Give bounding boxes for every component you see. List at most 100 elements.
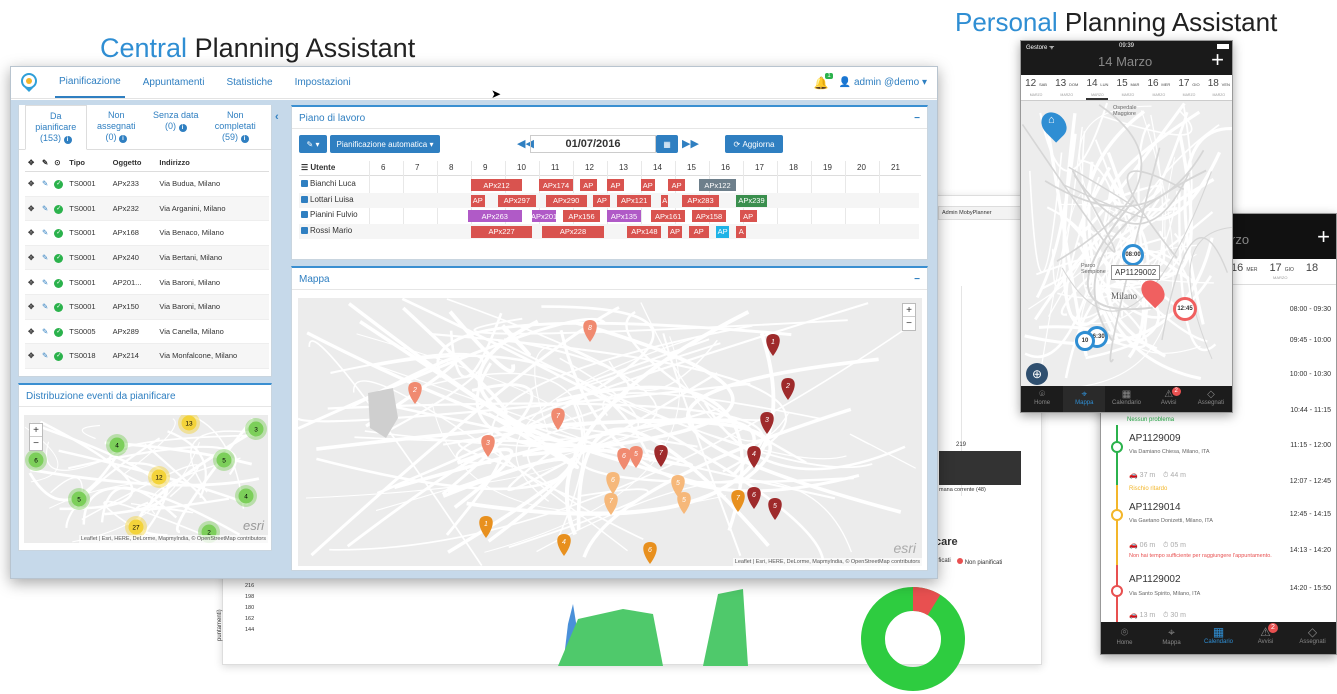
appointment-bar[interactable]: AP — [579, 179, 597, 191]
main-map[interactable]: 812273365746557765146 + − esri Leaflet |… — [298, 298, 922, 566]
phone1-add-icon[interactable]: + — [1211, 47, 1224, 73]
phone2-tab-avvisi[interactable]: ⚠ Avvisi 2 — [1242, 622, 1289, 654]
move-icon[interactable]: ✥ — [28, 204, 34, 213]
appointment-bar[interactable]: APx263 — [467, 210, 522, 222]
cluster-marker[interactable]: 5 — [68, 488, 90, 510]
phone2-day[interactable]: 18 — [1306, 262, 1318, 274]
minimize-map-icon[interactable]: − — [914, 274, 920, 285]
user-checkbox[interactable] — [301, 195, 308, 203]
edit-pin-icon[interactable]: ✎ — [42, 253, 48, 262]
locate-me-button[interactable]: ⊕ — [1026, 363, 1048, 385]
auto-plan-button[interactable]: Pianificazione automatica ▾ — [330, 135, 440, 153]
options-dropdown-button[interactable]: ✎ ▾ — [299, 135, 327, 153]
appointment-bar[interactable]: APx148 — [627, 225, 662, 238]
map-marker[interactable]: 8 — [583, 320, 597, 342]
map-marker[interactable]: 2 — [408, 382, 422, 404]
table-row[interactable]: ✥ ✎ ✓ TS0001 APx240 Via Bertani, Milano — [25, 245, 269, 271]
nav-statistiche[interactable]: Statistiche — [222, 68, 276, 97]
appointment-bar[interactable]: APx297 — [498, 194, 536, 207]
map-marker[interactable]: 5 — [677, 492, 691, 514]
phone1-tab-avvisi[interactable]: ⚠ Avvisi 2 — [1148, 386, 1190, 412]
edit-pin-icon[interactable]: ✎ — [42, 179, 48, 188]
cluster-marker[interactable]: 4 — [106, 434, 128, 456]
appointment-bar[interactable]: APx135 — [607, 210, 641, 222]
appointment-bar[interactable]: APx122 — [698, 179, 737, 191]
appointment-bar[interactable]: AP — [593, 194, 611, 207]
nav-appuntamenti[interactable]: Appuntamenti — [139, 68, 209, 97]
move-icon[interactable]: ✥ — [28, 179, 34, 188]
appointment-bar[interactable]: APx158 — [692, 210, 726, 222]
calendar-button[interactable]: ▦ — [656, 135, 678, 153]
appointment-bar[interactable]: A — [661, 194, 669, 207]
cluster-marker[interactable]: 6 — [25, 449, 47, 471]
appointment-bar[interactable]: APx201 — [532, 210, 556, 222]
appointment-bar[interactable]: AP — [607, 179, 624, 191]
map-marker[interactable]: 6 — [747, 487, 761, 509]
next-week-icon[interactable]: ▶▶ — [682, 137, 699, 150]
phone1-day[interactable]: 16 MER MARZO — [1147, 79, 1170, 100]
gantt-user[interactable]: Pianini Fulvio — [301, 210, 358, 219]
appointment-bar[interactable]: APx227 — [471, 225, 533, 238]
notifications-bell-icon[interactable]: 🔔 1 — [814, 72, 833, 90]
move-icon[interactable]: ✥ — [28, 228, 34, 237]
move-icon[interactable]: ✥ — [28, 278, 34, 287]
appointment-bar[interactable]: AP — [739, 210, 757, 222]
table-row[interactable]: ✥ ✎ ✓ TS0005 APx289 Via Canella, Milano — [25, 319, 269, 345]
app-logo-icon[interactable] — [19, 72, 39, 93]
move-icon[interactable]: ✥ — [28, 351, 34, 360]
pin-0800[interactable]: 08:00 — [1122, 244, 1144, 266]
appointment-bar[interactable]: AP — [471, 194, 485, 207]
appointment-bar[interactable]: APx121 — [617, 194, 652, 207]
wrench-icon[interactable]: ✎ — [42, 158, 48, 167]
col-indirizzo[interactable]: Indirizzo — [156, 154, 269, 172]
map-marker[interactable]: 5 — [768, 498, 782, 520]
move-all-icon[interactable]: ✥ — [28, 158, 34, 167]
table-row[interactable]: ✥ ✎ ✓ TS0001 APx233 Via Budua, Milano — [25, 171, 269, 197]
user-menu[interactable]: 👤 admin @demo ▾ — [839, 77, 927, 88]
phone1-map[interactable]: Ospedale Maggiore Parco Sempione Milano … — [1021, 101, 1232, 391]
appointment-bar[interactable]: APx239 — [736, 194, 767, 207]
phone1-tab-calendario[interactable]: ▦ Calendario — [1105, 386, 1147, 412]
edit-pin-icon[interactable]: ✎ — [42, 302, 48, 311]
phone2-tab-calendario[interactable]: ▦ Calendario — [1195, 622, 1242, 654]
pin-1245-red[interactable]: 12:45 — [1173, 297, 1197, 321]
distribution-map[interactable]: 13 3 4 6 5 12 4 5 27 2 + − esri Leaflet | Esri, H… — [24, 415, 268, 543]
entry-id[interactable]: AP1129014 — [1129, 502, 1181, 513]
col-tipo[interactable]: Tipo — [66, 154, 110, 172]
cluster-marker[interactable]: 3 — [245, 418, 267, 440]
appointment-bar[interactable]: APx161 — [651, 210, 686, 222]
gantt-user[interactable]: Bianchi Luca — [301, 179, 356, 188]
phone1-day[interactable]: 14 LUN MARZO — [1086, 79, 1109, 100]
edit-pin-icon[interactable]: ✎ — [42, 228, 48, 237]
phone2-day[interactable]: 16 MER — [1231, 262, 1257, 274]
appointment-bar[interactable]: A — [736, 225, 747, 238]
edit-pin-icon[interactable]: ✎ — [42, 327, 48, 336]
appointment-bar[interactable]: APx212 — [471, 179, 522, 191]
appointment-bar[interactable]: AP — [688, 225, 709, 238]
table-row[interactable]: ✥ ✎ ✓ TS0001 AP201... Via Baroni, Milano — [25, 269, 269, 295]
edit-pin-icon[interactable]: ✎ — [42, 351, 48, 360]
mini-zoom-in-button[interactable]: + — [30, 424, 42, 437]
tab-non-assegnati[interactable]: Non assegnati (0) i — [87, 105, 147, 149]
table-row[interactable]: ✥ ✎ ✓ TS0001 APx150 Via Baroni, Milano — [25, 294, 269, 320]
gantt-user[interactable]: Lottari Luisa — [301, 195, 354, 204]
map-marker[interactable]: 1 — [479, 516, 493, 538]
appointment-bar[interactable]: APx174 — [539, 179, 573, 191]
phone1-day[interactable]: 18 VEN MARZO — [1208, 79, 1230, 100]
phone2-add-icon[interactable]: + — [1317, 224, 1330, 250]
table-row[interactable]: ✥ ✎ ✓ TS0018 APx214 Via Monfalcone, Milano — [25, 343, 269, 369]
cluster-marker[interactable]: 12 — [148, 466, 170, 488]
map-marker[interactable]: 2 — [781, 378, 795, 400]
refresh-button[interactable]: ⟳ Aggiorna — [725, 135, 783, 153]
phone2-day[interactable]: 17 GIO — [1269, 262, 1293, 274]
collapse-sidebar-icon[interactable]: ‹ — [275, 111, 279, 123]
entry-id[interactable]: AP1129009 — [1129, 433, 1181, 444]
tab-senza-data[interactable]: Senza data (0) i — [146, 105, 206, 149]
appointment-bar[interactable]: APx290 — [545, 194, 587, 207]
minimize-icon[interactable]: − — [914, 113, 920, 124]
table-row[interactable]: ✥ ✎ ✓ TS0001 APx168 Via Benaco, Milano — [25, 220, 269, 246]
zoom-out-button[interactable]: − — [903, 317, 915, 330]
appointment-bar[interactable]: AP — [641, 179, 655, 191]
nav-pianificazione[interactable]: Pianificazione — [55, 67, 125, 98]
phone1-tab-mappa[interactable]: ⌖ Mappa — [1063, 386, 1106, 412]
